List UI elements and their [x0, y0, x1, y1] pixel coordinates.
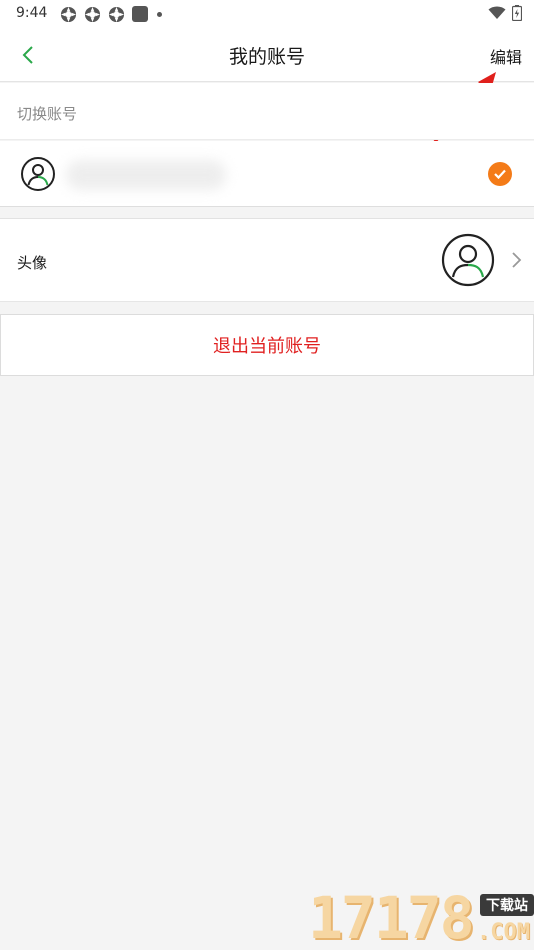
notification-icons	[60, 5, 162, 23]
watermark-badge: 下载站	[480, 894, 534, 916]
app-notification-icon	[60, 6, 77, 22]
user-circle-icon	[21, 157, 55, 191]
account-name-blurred	[66, 160, 226, 190]
page-title: 我的账号	[228, 46, 305, 68]
avatar-label: 头像	[17, 254, 48, 272]
logout-button[interactable]: 退出当前账号	[0, 314, 534, 376]
avatar-setting-row[interactable]: 头像	[0, 218, 534, 302]
dot-icon	[157, 11, 162, 17]
site-watermark: 17178 下载站 .COM	[308, 886, 534, 950]
watermark-domain: .COM	[477, 920, 530, 945]
switch-account-section: 切换账号	[0, 83, 534, 140]
app-notification-icon	[84, 6, 101, 22]
logout-label: 退出当前账号	[213, 336, 321, 357]
watermark-number: 17178	[308, 884, 475, 950]
wifi-icon	[488, 6, 506, 19]
navigation-header: 我的账号 编辑	[0, 28, 534, 82]
app-notification-icon	[108, 6, 125, 22]
square-notification-icon	[132, 6, 148, 22]
battery-charging-icon	[512, 5, 522, 21]
chevron-right-icon	[512, 252, 522, 268]
check-circle-icon	[488, 162, 512, 186]
account-item[interactable]	[0, 141, 534, 207]
system-icons	[488, 5, 522, 21]
status-time: 9:44	[16, 5, 48, 21]
user-circle-icon	[441, 233, 495, 287]
edit-button[interactable]: 编辑	[490, 44, 522, 68]
switch-account-label: 切换账号	[17, 105, 78, 123]
status-bar: 9:44	[0, 0, 534, 28]
